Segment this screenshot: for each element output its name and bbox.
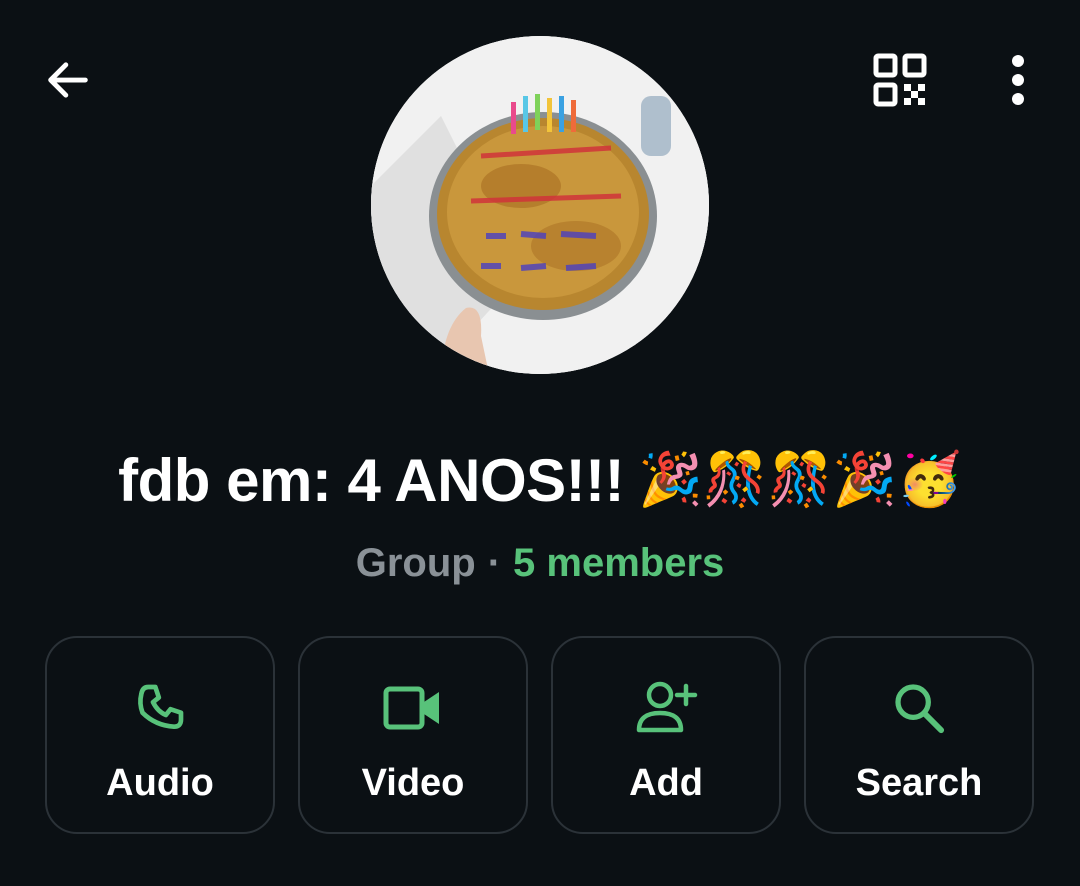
group-name: fdb em: 4 ANOS!!! <box>118 446 625 514</box>
birthday-cake-photo <box>371 36 709 374</box>
back-button[interactable] <box>30 46 106 114</box>
add-person-icon <box>634 676 698 740</box>
qr-code-icon <box>873 53 927 107</box>
search-button[interactable]: Search <box>804 636 1034 834</box>
qr-code-button[interactable] <box>862 44 938 116</box>
phone-icon <box>128 676 192 740</box>
members-count-link[interactable]: 5 members <box>513 541 724 586</box>
search-icon <box>887 676 951 740</box>
search-label: Search <box>855 762 983 804</box>
audio-call-button[interactable]: Audio <box>45 636 275 834</box>
audio-label: Audio <box>106 762 214 804</box>
group-subtitle: Group · 5 members <box>0 535 1080 591</box>
add-member-button[interactable]: Add <box>551 636 781 834</box>
more-vertical-icon <box>1012 55 1024 105</box>
party-emojis: 🎉🎊🎊🎉🥳 <box>638 450 962 510</box>
action-buttons-row: Audio Video Add Search <box>45 636 1035 836</box>
arrow-left-icon <box>48 62 88 98</box>
video-call-button[interactable]: Video <box>298 636 528 834</box>
group-title: fdb em: 4 ANOS!!! 🎉🎊🎊🎉🥳 <box>0 440 1080 520</box>
add-label: Add <box>629 762 703 804</box>
more-options-button[interactable] <box>990 44 1046 116</box>
separator-dot: · <box>487 540 502 585</box>
group-type-label: Group <box>355 540 476 585</box>
video-label: Video <box>361 762 465 804</box>
video-camera-icon <box>381 676 445 740</box>
group-avatar[interactable] <box>371 36 709 374</box>
